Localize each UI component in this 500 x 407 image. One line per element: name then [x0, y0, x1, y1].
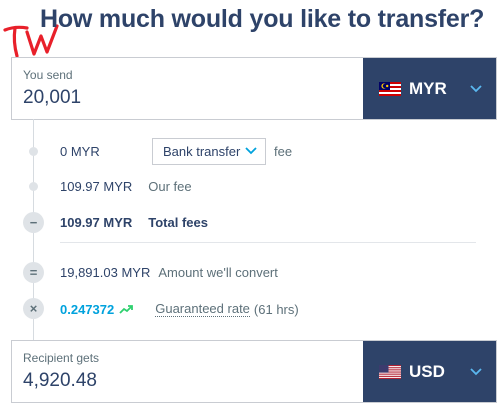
receive-amount-input[interactable]: 4,920.48 — [23, 370, 363, 392]
malaysia-flag-icon — [379, 81, 401, 96]
receive-amount-field[interactable]: Recipient gets 4,920.48 — [12, 341, 363, 402]
guaranteed-rate-link[interactable]: Guaranteed rate — [155, 301, 250, 317]
rate-duration: (61 hrs) — [253, 301, 299, 317]
equals-icon: = — [23, 262, 44, 283]
receive-currency-select[interactable]: USD — [363, 341, 496, 402]
payment-method-value: Bank transfer — [163, 144, 241, 159]
our-fee-row: 109.97 MYR Our fee — [60, 179, 192, 194]
our-fee-amount: 109.97 MYR — [60, 179, 133, 194]
timeline-dot — [29, 147, 38, 156]
total-fees-row: 109.97 MYR Total fees — [60, 215, 208, 230]
send-amount-box: You send 20,001 MYR — [11, 57, 497, 120]
exchange-rate: 0.247372 — [60, 301, 115, 317]
multiply-icon: × — [23, 298, 44, 319]
convert-label: Amount we'll convert — [158, 265, 278, 280]
payment-method-fee-row: 0 MYR — [60, 144, 100, 159]
send-amount-field[interactable]: You send 20,001 — [12, 58, 363, 119]
trend-up-icon — [119, 305, 134, 314]
rate-row: 0.247372 Guaranteed rate (61 hrs) — [60, 301, 299, 317]
send-currency-select[interactable]: MYR — [363, 58, 496, 119]
total-fees-label: Total fees — [148, 215, 208, 230]
receive-amount-box: Recipient gets 4,920.48 USD — [11, 340, 497, 403]
minus-icon: − — [23, 212, 44, 233]
convert-amount-row: 19,891.03 MYR Amount we'll convert — [60, 265, 278, 280]
receive-currency-code: USD — [409, 361, 445, 381]
receive-amount-label: Recipient gets — [23, 351, 100, 365]
chevron-down-icon — [245, 147, 257, 155]
payment-method-suffix: fee — [274, 144, 293, 159]
divider — [60, 242, 476, 243]
payment-method-select[interactable]: Bank transfer — [152, 138, 266, 165]
chevron-down-icon — [470, 84, 482, 92]
total-fees-amount: 109.97 MYR — [60, 215, 133, 230]
send-amount-label: You send — [23, 68, 73, 82]
our-fee-label: Our fee — [148, 179, 192, 194]
payment-method-suffix-row: fee — [274, 144, 292, 159]
timeline-dot — [29, 182, 38, 191]
us-flag-icon — [379, 364, 401, 379]
chevron-down-icon — [470, 367, 482, 375]
page-title: How much would you like to transfer? — [40, 5, 485, 33]
send-amount-input[interactable]: 20,001 — [23, 87, 363, 109]
send-currency-code: MYR — [409, 78, 447, 98]
convert-amount: 19,891.03 MYR — [60, 265, 151, 280]
payment-method-fee-amount: 0 MYR — [60, 144, 100, 159]
